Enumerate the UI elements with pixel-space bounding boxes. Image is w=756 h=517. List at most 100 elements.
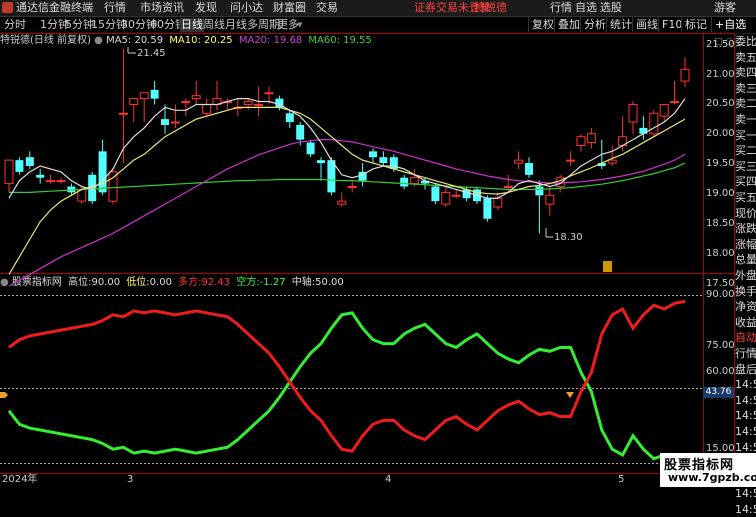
sidebar-item[interactable]: 卖二 [735,96,756,111]
candle-body[interactable] [191,95,201,100]
candle-body[interactable] [4,159,14,185]
high-annotation: 21.45 [137,48,166,59]
sidebar-item[interactable]: 买四 [735,174,756,189]
candle-body[interactable] [306,142,315,155]
candle-body[interactable] [36,174,45,178]
candle-body[interactable] [243,101,253,105]
candle-body[interactable] [88,174,97,202]
candle-body[interactable] [170,121,180,124]
candle-body[interactable] [451,194,461,197]
date-tick: 5 [618,474,625,485]
candle-body[interactable] [670,101,680,104]
candle-body[interactable] [639,127,648,134]
candle-body[interactable] [15,160,24,172]
sidebar-item[interactable]: 现价 [735,206,756,221]
candle-body[interactable] [586,133,596,144]
sidebar-item[interactable]: 买五 [735,190,756,205]
sidebar-item[interactable]: 收益 [735,315,756,330]
sidebar-item[interactable]: 外盘 [735,268,756,283]
candle-body[interactable] [264,92,274,95]
candle-body[interactable] [659,103,669,117]
candle-body[interactable] [525,163,533,175]
sidebar-item[interactable]: 换手 [735,284,756,299]
candle-body[interactable] [118,112,128,115]
candle-body[interactable] [483,198,492,219]
date-tick: 2024年 [2,474,38,485]
candle-body[interactable] [129,98,139,105]
price-chart[interactable]: 21.45 18.30 □ ○ [0,0,756,487]
candle-body[interactable] [400,177,409,187]
sidebar-item[interactable]: 买三 [735,159,756,174]
candle-body[interactable] [369,151,377,158]
candle-body[interactable] [441,191,451,205]
candle-body[interactable] [535,186,544,196]
candle-body[interactable] [493,197,503,208]
candle-body[interactable] [254,103,264,106]
sidebar-item[interactable]: 14:56 [735,408,756,423]
signal-marker-left [0,392,8,398]
price-tick: 19.00 [706,188,735,199]
candle-body[interactable] [25,157,34,166]
candle-body[interactable] [347,186,357,189]
candle-body[interactable] [317,160,325,164]
candle-body[interactable] [161,119,169,125]
candle-body[interactable] [503,186,513,189]
candle-body[interactable] [181,101,191,104]
candle-body[interactable] [410,177,420,185]
sidebar-item[interactable]: 总量 [735,252,756,267]
low-annotation: 18.30 [554,232,583,243]
sidebar-item[interactable]: 卖一 [735,112,756,127]
sidebar-item[interactable]: 涨跌 [735,221,756,236]
candle-body[interactable] [108,171,118,202]
sidebar-item[interactable]: 14:56 [735,393,756,408]
sidebar-item[interactable]: 卖五 [735,50,756,65]
sidebar-item[interactable]: 卖三 [735,81,756,96]
sidebar-item[interactable]: 14:56 [735,502,756,517]
sidebar-item[interactable]: 卖四 [735,65,756,80]
sidebar-item[interactable]: 委比 [735,34,756,49]
candle-body[interactable] [285,113,294,123]
sidebar-item[interactable]: 14:56 [735,486,756,501]
sidebar-item[interactable]: 买二 [735,143,756,158]
candle-body[interactable] [680,68,690,82]
candle-body[interactable] [202,103,212,114]
price-tick: 18.50 [706,218,735,229]
sidebar-item[interactable]: 涨幅 [735,237,756,252]
candle-body[interactable] [566,159,576,162]
sidebar-item[interactable]: 14:56 [735,377,756,392]
event-marker-icon[interactable] [603,261,612,272]
sidebar-item[interactable]: 自动 [735,330,756,345]
candle-body[interactable] [628,103,638,123]
candle-body[interactable] [431,186,440,202]
candle-body[interactable] [150,89,159,99]
candle-body[interactable] [337,200,347,205]
date-tick: 4 [385,474,392,485]
candle-body[interactable] [139,92,149,100]
sidebar-item[interactable]: 行情 [735,346,756,361]
candle-body[interactable] [576,136,586,146]
quote-sidebar: 委比 卖五 卖四 卖三 卖二 卖一 买一 买二 买三 买四 买五 现价 涨跌 涨幅 总量 外盘 换手 净资 收益 自动… [735,34,756,516]
sidebar-item[interactable]: 14:56 [735,424,756,439]
sidebar-item[interactable]: 盘后 [735,362,756,377]
sidebar-item[interactable]: 净资 [735,299,756,314]
candle-body[interactable] [379,157,388,164]
candle-body[interactable] [514,159,524,164]
price-tick: 20.00 [706,128,735,139]
candle-body[interactable] [98,151,107,193]
sidebar-item[interactable]: 买一 [735,128,756,143]
candle-body[interactable] [607,159,617,164]
price-tick: 19.50 [706,158,735,169]
annotations-layer: 21.45 18.30 □ ○ [0,37,733,398]
indicator-tick: 75.00 [706,340,735,351]
candle-body[interactable] [545,194,555,205]
indicator-tick: 60.00 [706,366,735,377]
candle-body[interactable] [56,180,66,183]
signal-marker-right [566,392,574,398]
ma20-line [8,139,686,287]
candle-body[interactable] [296,124,305,140]
watermark-url: www.7gpzb.com [668,471,756,484]
price-tick: 21.00 [706,69,735,80]
candle-body[interactable] [649,112,659,135]
indicator-layer [7,299,686,465]
candle-body[interactable] [46,180,56,183]
